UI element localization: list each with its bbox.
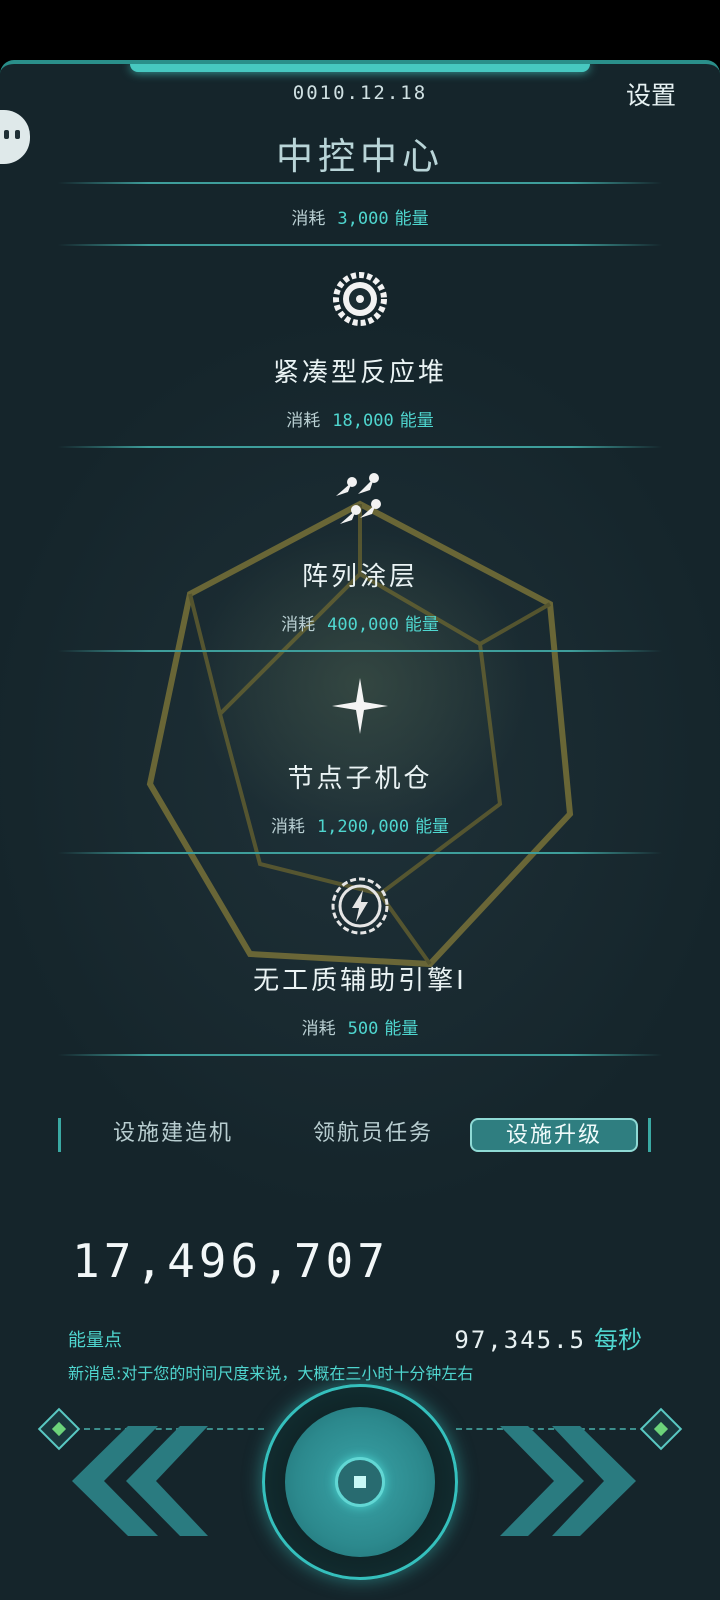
divider	[58, 1054, 662, 1056]
cost-label: 消耗	[281, 615, 316, 635]
cost-value: 18,000	[332, 411, 394, 431]
facility-name[interactable]: 无工质辅助引擎I	[0, 960, 720, 997]
cost-value: 500	[347, 1019, 379, 1039]
cost-label: 消耗	[286, 411, 321, 431]
divider	[58, 182, 662, 184]
game-screen: 0010.12.18 设置 中控中心 消耗 3,000 能量 紧凑型反应堆 消耗 18…	[0, 60, 720, 1600]
energy-rate-unit: 每秒	[594, 1326, 642, 1354]
main-action-button[interactable]	[262, 1384, 458, 1580]
energy-points-value: 17,496,707	[72, 1234, 389, 1288]
tab-navigator-tasks[interactable]: 领航员任务	[278, 1118, 468, 1152]
previous-arrow-icon[interactable]	[68, 1426, 208, 1536]
energy-rate: 97,345.5 每秒	[454, 1320, 642, 1355]
divider	[58, 650, 662, 652]
facility-name[interactable]: 节点子机仓	[0, 758, 720, 795]
cost-value: 400,000	[327, 615, 399, 635]
cost-label: 消耗	[291, 209, 326, 229]
tab-facility-builder[interactable]: 设施建造机	[78, 1118, 268, 1152]
cost-unit: 能量	[394, 209, 429, 229]
cost-unit: 能量	[399, 411, 434, 431]
cost-unit: 能量	[415, 817, 450, 837]
lightning-gear-icon[interactable]	[330, 876, 390, 936]
cost-unit: 能量	[404, 615, 439, 635]
facility-name[interactable]: 阵列涂层	[0, 556, 720, 593]
cost-value: 1,200,000	[316, 817, 410, 837]
right-diamond-indicator	[639, 1407, 683, 1451]
cost-label: 消耗	[301, 1019, 336, 1039]
tab-bar: 设施建造机 领航员任务 设施升级	[58, 1118, 662, 1158]
cost-label: 消耗	[270, 817, 305, 837]
tab-bar-edge	[58, 1118, 61, 1152]
page-title: 中控中心	[276, 135, 444, 178]
energy-rate-value: 97,345.5	[454, 1326, 586, 1354]
energy-points-label: 能量点	[68, 1330, 122, 1351]
array-coating-icon[interactable]	[330, 472, 390, 532]
cost-line: 消耗 18,000 能量	[0, 406, 720, 431]
tab-facility-upgrade[interactable]: 设施升级	[470, 1118, 638, 1152]
cost-value: 3,000	[337, 209, 389, 229]
button-core	[335, 1457, 385, 1507]
tab-bar-edge	[648, 1118, 651, 1152]
divider	[58, 244, 662, 246]
top-glow-bar	[130, 64, 590, 72]
cost-unit: 能量	[384, 1019, 419, 1039]
divider	[58, 446, 662, 448]
control-panel	[0, 1384, 720, 1600]
gear-reactor-icon[interactable]	[330, 269, 390, 329]
settings-button[interactable]: 设置	[626, 76, 676, 112]
cost-line: 消耗 400,000 能量	[0, 610, 720, 635]
cost-line: 消耗 1,200,000 能量	[0, 812, 720, 837]
sparkle-star-icon[interactable]	[330, 676, 390, 736]
cost-line: 消耗 500 能量	[0, 1014, 720, 1039]
cost-line: 消耗 3,000 能量	[0, 204, 720, 229]
next-arrow-icon[interactable]	[500, 1426, 640, 1536]
game-date: 0010.12.18	[292, 82, 428, 104]
divider	[58, 852, 662, 854]
news-message: 新消息:对于您的时间尺度来说，大概在三小时十分钟左右	[68, 1364, 474, 1383]
facility-name[interactable]: 紧凑型反应堆	[0, 352, 720, 389]
